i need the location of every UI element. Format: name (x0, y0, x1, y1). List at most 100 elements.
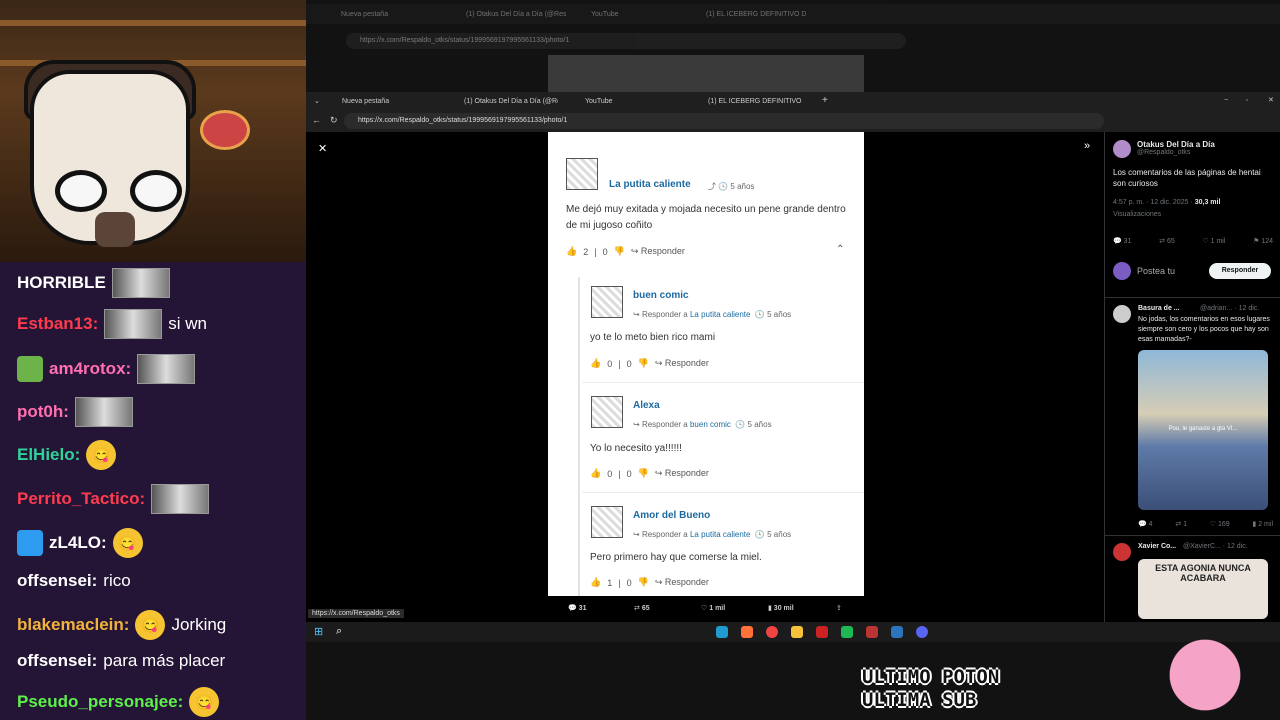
edge-icon[interactable] (716, 626, 728, 638)
reply-author[interactable]: Basura de ... (1138, 305, 1180, 312)
emoji-icon: 😋 (189, 687, 220, 717)
like-stat[interactable]: ♡ 169 (1210, 520, 1230, 528)
image-caption: ESTA AGONIA NUNCA ACABARA (1155, 563, 1251, 583)
reply-author[interactable]: Xavier Co... (1138, 543, 1176, 550)
collapse-icon[interactable]: ⌃ (836, 244, 844, 255)
firefox-icon[interactable] (741, 626, 753, 638)
repost-stat[interactable]: ⇄ 65 (1159, 237, 1175, 245)
address-bar[interactable]: https://x.com/Respaldo_otks/status/19995… (344, 113, 1104, 129)
bookmark-stat[interactable]: ⚑ 124 (1253, 237, 1273, 245)
chat-username[interactable]: blakemaclein: (17, 615, 129, 635)
compose-input[interactable]: Postea tu (1137, 266, 1175, 276)
folder-icon[interactable] (791, 626, 803, 638)
reply-link[interactable]: ↪ Responder (631, 246, 685, 257)
thumbs-up-icon[interactable]: 👍 (590, 358, 601, 369)
chrome-icon[interactable] (766, 626, 778, 638)
back-icon[interactable]: ← (312, 115, 321, 125)
emote-icon (74, 397, 133, 427)
comment-text: Me dejó muy exitada y mojada necesito un… (566, 204, 846, 231)
views-stat[interactable]: ▮ 2 mil (1252, 520, 1273, 528)
tab-youtube[interactable]: YouTube (585, 95, 675, 108)
reply-to[interactable]: La putita caliente (690, 530, 751, 539)
reply-link[interactable]: ↪ Responder (655, 468, 709, 479)
close-icon[interactable]: ✕ (318, 142, 327, 155)
chat-text: si wn (168, 314, 207, 333)
steam-icon[interactable] (891, 626, 903, 638)
repost-count[interactable]: ⇄ 65 (634, 604, 650, 612)
chat-username[interactable]: am4rotox: (49, 359, 131, 379)
search-icon[interactable]: ⌕ (336, 625, 342, 638)
up-count: 0 (607, 468, 613, 479)
reply-image[interactable]: Pou, le ganaste a gta VI... (1138, 350, 1268, 510)
like-count[interactable]: ♡ 1 mil (701, 604, 725, 612)
reply-label: Responder (640, 246, 685, 256)
chat-username[interactable]: offsensei: (17, 651, 97, 671)
chat-message: am4rotox: (17, 354, 196, 384)
chat-message: pot0h: (17, 397, 133, 427)
chat-username[interactable]: Pseudo_personajee: (17, 692, 183, 712)
tab-twitter[interactable]: (1) Otakus Del Día a Día (@Respal... (464, 95, 558, 108)
thumbs-up-icon[interactable]: 👍 (590, 468, 601, 479)
expand-icon[interactable]: » (1084, 140, 1090, 152)
thumbs-down-icon[interactable]: 👎 (638, 358, 649, 369)
windows-start-icon[interactable]: ⊞ (314, 625, 323, 638)
app-icon[interactable] (866, 626, 878, 638)
comment-text: Pero primero hay que comerse la miel. (590, 552, 762, 563)
tab-new[interactable]: Nueva pestaña (342, 95, 442, 108)
reply-button[interactable]: Responder (1209, 263, 1271, 279)
like-stat[interactable]: ♡ 1 mil (1202, 237, 1225, 245)
chat-username[interactable]: pot0h: (17, 402, 69, 422)
webcam-feed (0, 0, 306, 262)
stat-value: 169 (1218, 521, 1230, 528)
thumbs-down-icon[interactable]: 👎 (614, 246, 625, 257)
app-icon[interactable] (816, 626, 828, 638)
discord-icon[interactable] (916, 626, 928, 638)
chat-username[interactable]: Perrito_Tactico: (17, 489, 145, 509)
reply-image[interactable]: ESTA AGONIA NUNCA ACABARA (1138, 559, 1268, 619)
bg-tab: (1) Otakus Del Día a Día (@Respal... (466, 11, 566, 18)
comment-meta: ↪ Responder a La putita caliente 🕓 5 año… (633, 530, 792, 539)
glasses-right (130, 170, 182, 212)
comment-screenshot[interactable]: La putita caliente ⤴ 🕓 5 años Me dejó mu… (548, 132, 864, 596)
reply-label: Responder (664, 468, 709, 478)
browser-window: ⌄ Nueva pestaña (1) Otakus Del Día a Día… (306, 92, 1280, 622)
chat-username[interactable]: ElHielo: (17, 445, 80, 465)
chevron-down-icon[interactable]: ⌄ (314, 95, 324, 108)
reply-link[interactable]: ↪ Responder (655, 577, 709, 588)
thumbs-up-icon[interactable]: 👍 (566, 246, 577, 257)
minimize-button[interactable]: − (1224, 94, 1228, 107)
thumbs-down-icon[interactable]: 👎 (638, 577, 649, 588)
reply-to[interactable]: La putita caliente (690, 310, 751, 319)
chat-username[interactable]: zL4LO: (49, 533, 107, 553)
comment-meta: ↪ Responder a buen comic 🕓 5 años (633, 420, 772, 429)
reply-to[interactable]: buen comic (690, 420, 731, 429)
views-count[interactable]: ▮ 30 mil (768, 604, 794, 612)
author-name[interactable]: Otakus Del Día a Día (1137, 140, 1215, 149)
maximize-button[interactable]: ▫ (1246, 94, 1248, 107)
repost-stat[interactable]: ⇄ 1 (1175, 520, 1187, 528)
share-icon[interactable]: ⇪ (836, 604, 842, 612)
chat-username[interactable]: Estban13: (17, 314, 98, 334)
down-count: 0 (626, 577, 632, 588)
reply-stat[interactable]: 💬 31 (1113, 237, 1131, 245)
chat-username[interactable]: offsensei: (17, 571, 97, 591)
bg-photo (548, 55, 864, 92)
chat-message: offsensei: rico (17, 571, 131, 591)
new-tab-button[interactable]: + (822, 94, 828, 107)
emote-icon (137, 354, 196, 384)
age-text: 5 años (747, 420, 772, 429)
reply-handle: @adrian... · 12 dic. (1200, 305, 1260, 312)
app-icon[interactable] (841, 626, 853, 638)
reply-stat[interactable]: 💬 4 (1138, 520, 1153, 528)
thumbs-up-icon[interactable]: 👍 (590, 577, 601, 588)
close-window-button[interactable]: ✕ (1268, 94, 1274, 107)
chat-username[interactable]: HORRIBLE (17, 273, 106, 293)
reply-link[interactable]: ↪ Responder (655, 358, 709, 369)
stat-value: 65 (1166, 238, 1175, 245)
tweet-sidebar: Otakus Del Día a Día @Respaldo_otks Los … (1104, 132, 1280, 622)
reply-count[interactable]: 💬 31 (568, 604, 586, 612)
thumbs-down-icon[interactable]: 👎 (638, 468, 649, 479)
ceiling-beam (0, 20, 306, 26)
tab-iceberg[interactable]: (1) EL ICEBERG DEFINITIVO DE GU... (708, 95, 802, 108)
reload-icon[interactable]: ↻ (330, 115, 338, 126)
